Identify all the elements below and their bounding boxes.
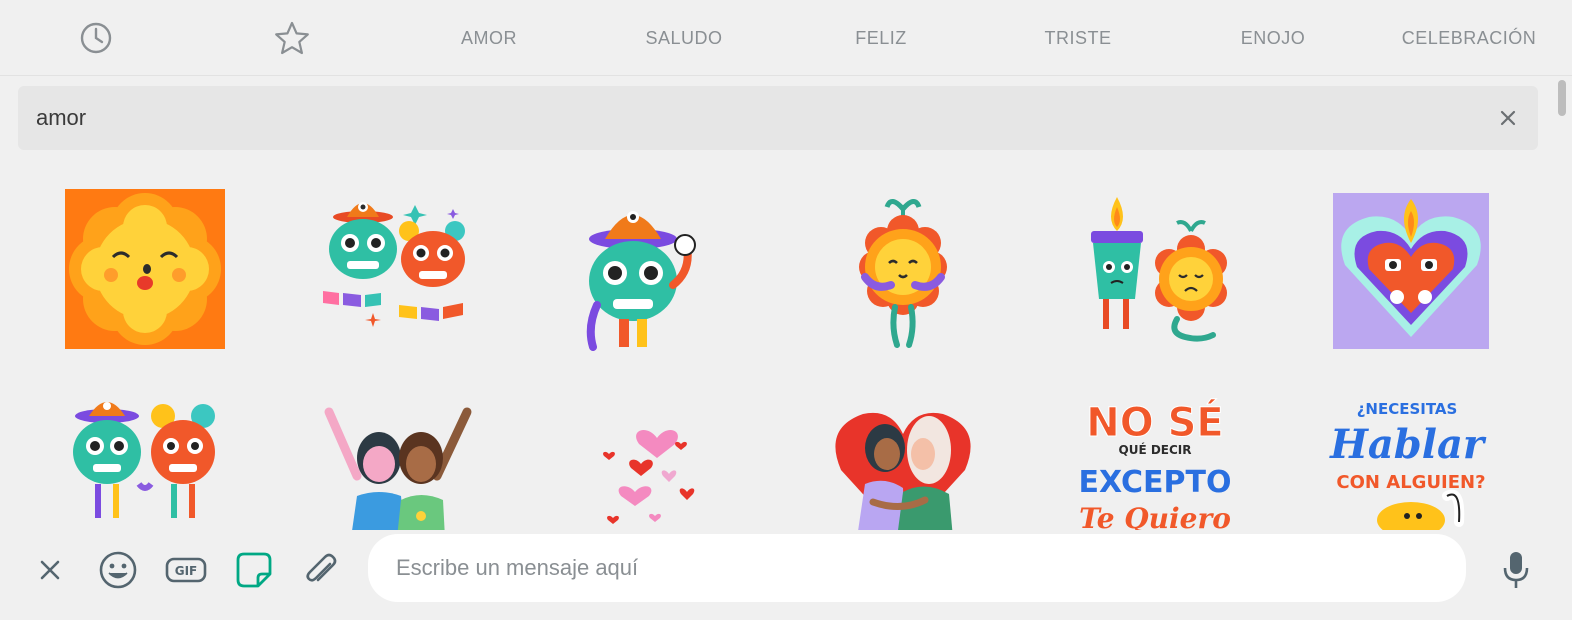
tab-triste[interactable]: TRISTE <box>1024 18 1132 58</box>
te-quiero-text: Te Quiero <box>1079 502 1231 530</box>
flower-kiss-illustration <box>65 189 225 349</box>
message-input[interactable] <box>396 534 1436 602</box>
tab-enojo[interactable]: ENOJO <box>1224 18 1322 58</box>
couple-heart-illustration <box>835 413 971 530</box>
sticker-search-bar <box>18 86 1538 150</box>
no-se-text: NO SÉ <box>1086 398 1224 446</box>
attach-button[interactable] <box>298 548 342 592</box>
sticker-grid: NO SÉ QUÉ DECIR EXCEPTO Te Quiero ¿NECES… <box>0 160 1550 530</box>
paperclip-icon <box>306 553 337 582</box>
gif-icon: GIF <box>165 557 207 583</box>
sticker-no-se-que-decir[interactable]: NO SÉ QUÉ DECIR EXCEPTO Te Quiero <box>1070 382 1240 531</box>
sticker-scrollbar[interactable] <box>1556 76 1568 532</box>
necesitas-text: ¿NECESITAS <box>1357 400 1458 418</box>
sticker-friends-cheering[interactable] <box>314 382 484 530</box>
sacred-heart-illustration <box>1333 193 1489 349</box>
message-input-box <box>368 534 1466 602</box>
tab-recent[interactable] <box>74 18 118 58</box>
sticker-sacred-heart-love[interactable] <box>1324 184 1494 354</box>
candle-marigold-illustration <box>1091 197 1227 342</box>
close-icon <box>40 560 60 580</box>
hablar-text: Hablar <box>1329 421 1487 468</box>
gif-button[interactable]: GIF <box>164 548 208 592</box>
skull-couple-hands-illustration <box>73 402 215 518</box>
que-decir-text: QUÉ DECIR <box>1119 442 1192 457</box>
sticker-marigold-hug[interactable] <box>818 184 988 354</box>
sticker-couple-heart-hug[interactable] <box>818 382 988 530</box>
necesitas-hablar-illustration: ¿NECESITAS Hablar CON ALGUIEN? <box>1329 400 1487 530</box>
tab-feliz[interactable]: FELIZ <box>836 18 926 58</box>
floating-hearts-illustration <box>603 430 695 524</box>
sticker-category-tabs: AMOR SALUDO FELIZ TRISTE ENOJO CELEBRACI… <box>0 0 1572 76</box>
excepto-text: EXCEPTO <box>1078 465 1231 500</box>
con-alguien-text: CON ALGUIEN? <box>1336 472 1485 493</box>
tab-saludo[interactable]: SALUDO <box>624 18 744 58</box>
close-panel-button[interactable] <box>28 548 72 592</box>
sticker-floating-hearts[interactable] <box>566 382 736 530</box>
sticker-necesitas-hablar[interactable]: ¿NECESITAS Hablar CON ALGUIEN? <box>1324 382 1494 530</box>
sticker-skull-couple-holding-hands[interactable] <box>60 382 230 530</box>
voice-message-button[interactable] <box>1494 548 1538 592</box>
close-icon[interactable] <box>1496 106 1520 130</box>
friends-cheering-illustration <box>324 407 472 530</box>
skull-couple-illustration <box>323 202 465 327</box>
sticker-icon <box>236 552 272 588</box>
sticker-flower-kiss[interactable] <box>60 184 230 354</box>
star-icon <box>275 21 309 55</box>
skull-sombrero-illustration <box>586 211 696 351</box>
message-composer: GIF <box>0 530 1572 620</box>
tab-celebracion[interactable]: CELEBRACIÓN <box>1392 18 1546 58</box>
emoji-icon <box>99 551 137 589</box>
sticker-candle-marigold-crying[interactable] <box>1070 184 1240 354</box>
tab-amor[interactable]: AMOR <box>430 18 548 58</box>
emoji-button[interactable] <box>96 548 140 592</box>
sticker-search-input[interactable] <box>36 86 1476 150</box>
marigold-hug-illustration <box>859 199 947 348</box>
no-se-que-decir-illustration: NO SÉ QUÉ DECIR EXCEPTO Te Quiero <box>1078 398 1231 531</box>
sticker-skull-couple-papel-picado[interactable] <box>314 184 484 354</box>
sticker-button[interactable] <box>232 548 276 592</box>
microphone-icon <box>1503 552 1529 588</box>
tab-favorites[interactable] <box>270 18 314 58</box>
gif-label: GIF <box>175 564 198 578</box>
sticker-skull-sombrero-wave[interactable] <box>566 184 736 354</box>
clock-icon <box>80 22 112 54</box>
scrollbar-thumb[interactable] <box>1558 80 1566 116</box>
